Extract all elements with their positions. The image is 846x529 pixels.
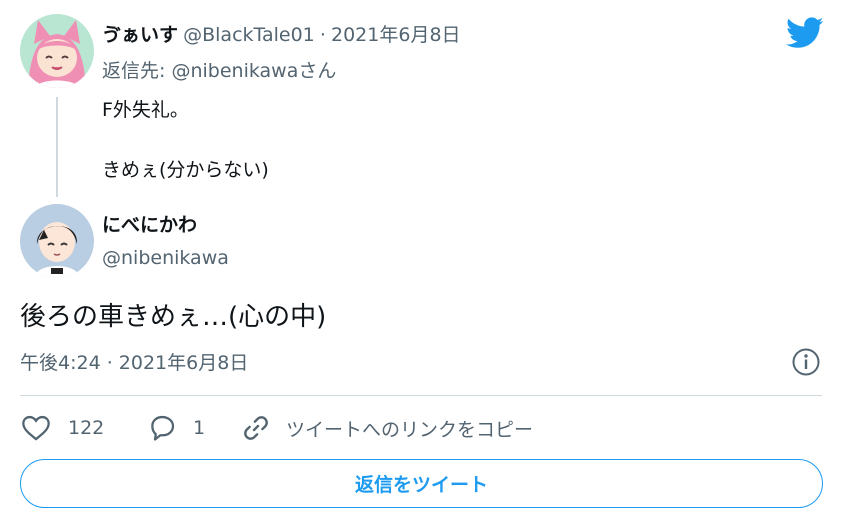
parent-display-name[interactable]: ゔぁいす — [102, 24, 178, 46]
parent-tweet-text-line1: F外失礼。 — [102, 99, 189, 121]
divider — [20, 395, 822, 396]
parent-tweet-header: ゔぁいす @BlackTale01 · 2021年6月8日 — [102, 22, 461, 49]
heart-icon — [20, 412, 52, 444]
twitter-bird-icon[interactable] — [786, 17, 824, 49]
parent-date[interactable]: 2021年6月8日 — [331, 24, 461, 46]
reply-to-label: 返信先: — [102, 60, 172, 82]
reply-count: 1 — [193, 417, 206, 439]
info-icon[interactable] — [791, 347, 821, 377]
copy-link-label: ツイートへのリンクをコピー — [286, 418, 534, 441]
main-avatar[interactable] — [20, 204, 94, 278]
reply-to-handle[interactable]: @nibenikawa — [171, 60, 298, 82]
reply-to-suffix: さん — [298, 60, 337, 82]
link-icon — [240, 412, 272, 444]
parent-separator: · — [319, 24, 326, 46]
reply-tweet-button[interactable]: 返信をツイート — [20, 459, 823, 508]
tweet-timestamp[interactable]: 午後4:24 · 2021年6月8日 — [20, 350, 248, 376]
parent-handle[interactable]: @BlackTale01 — [183, 24, 315, 46]
main-tweet-text: 後ろの車きめぇ…(心の中) — [20, 302, 327, 332]
reply-icon — [147, 412, 179, 444]
thread-connector — [56, 97, 58, 197]
parent-tweet-text-line2: きめぇ(分からない) — [102, 159, 269, 181]
like-count: 122 — [68, 417, 105, 439]
reply-to-line: 返信先: @nibenikawaさん — [102, 58, 336, 84]
main-display-name[interactable]: にべにかわ — [102, 212, 197, 238]
main-handle[interactable]: @nibenikawa — [102, 245, 229, 271]
copy-link-button[interactable]: ツイートへのリンクをコピー — [240, 410, 533, 446]
like-button[interactable]: 122 — [20, 410, 104, 446]
reply-button[interactable]: 1 — [147, 410, 205, 446]
parent-avatar[interactable] — [20, 14, 94, 88]
